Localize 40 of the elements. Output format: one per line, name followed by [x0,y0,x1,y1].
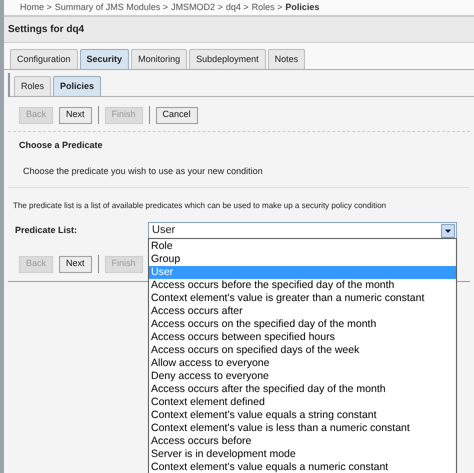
dropdown-option[interactable]: Access occurs after the specified day of the month [149,383,456,396]
dropdown-option[interactable]: Context element defined [149,396,456,409]
tab[interactable]: Notes [268,49,306,69]
tab[interactable]: Monitoring [131,49,188,69]
dropdown-option[interactable]: Access occurs on specified days of the week [149,344,456,357]
breadcrumb-link[interactable]: Home > [20,0,52,14]
tab[interactable]: Configuration [10,49,78,69]
dropdown-option[interactable]: Group [149,253,456,266]
dropdown-option[interactable]: Context element's value equals a numeric constant [149,461,456,473]
dropdown-option[interactable]: Access occurs before [149,435,456,448]
dropdown-option[interactable]: Access occurs after [149,305,456,318]
dropdown-option[interactable]: Context element's value is greater than a numeric constant [149,292,456,305]
field-label: Predicate List: [14,224,78,237]
info-text: The predicate list is a list of available predicates which can be used to make up a security policy condition [12,200,388,212]
dropdown-option[interactable]: Context element's value is less than a numeric constant [149,422,456,435]
breadcrumb-link[interactable]: dq4 > [226,0,249,14]
dropdown-option[interactable]: Server is in development mode [149,448,456,461]
dropdown-option[interactable]: Access occurs on the specified day of the month [149,318,456,331]
wizard-button[interactable]: Next [59,256,92,272]
dropdown-option[interactable]: Allow access to everyone [149,357,456,370]
tab[interactable]: Policies [53,76,102,96]
section-title: Choose a Predicate [18,139,104,152]
breadcrumb-link[interactable]: Policies [285,0,320,14]
tab[interactable]: Roles [14,76,52,96]
dropdown-option[interactable]: Access occurs between specified hours [149,331,456,344]
breadcrumb-link[interactable]: JMSMOD2 > [171,0,223,14]
breadcrumb-link[interactable]: Summary of JMS Modules > [54,0,168,14]
dropdown-option[interactable]: Access occurs before the specified day of the month [149,279,456,292]
dropdown-option[interactable]: Role [149,240,456,253]
tab[interactable]: Subdeployment [189,49,266,69]
dropdown-option[interactable]: Context element's value equals a string constant [149,409,456,422]
predicate-dropdown[interactable]: User [148,222,457,239]
section-description: Choose the predicate you wish to use as your new condition [8,152,470,188]
dropdown-value: User [152,223,176,238]
page-header: Settings for dq4 [4,17,474,43]
wizard-button[interactable]: Next [59,106,92,124]
dropdown-option[interactable]: Deny access to everyone [149,370,456,383]
wizard-button[interactable]: Cancel [156,106,198,124]
breadcrumb-link[interactable]: Roles > [252,0,282,14]
tab[interactable]: Security [80,49,130,69]
